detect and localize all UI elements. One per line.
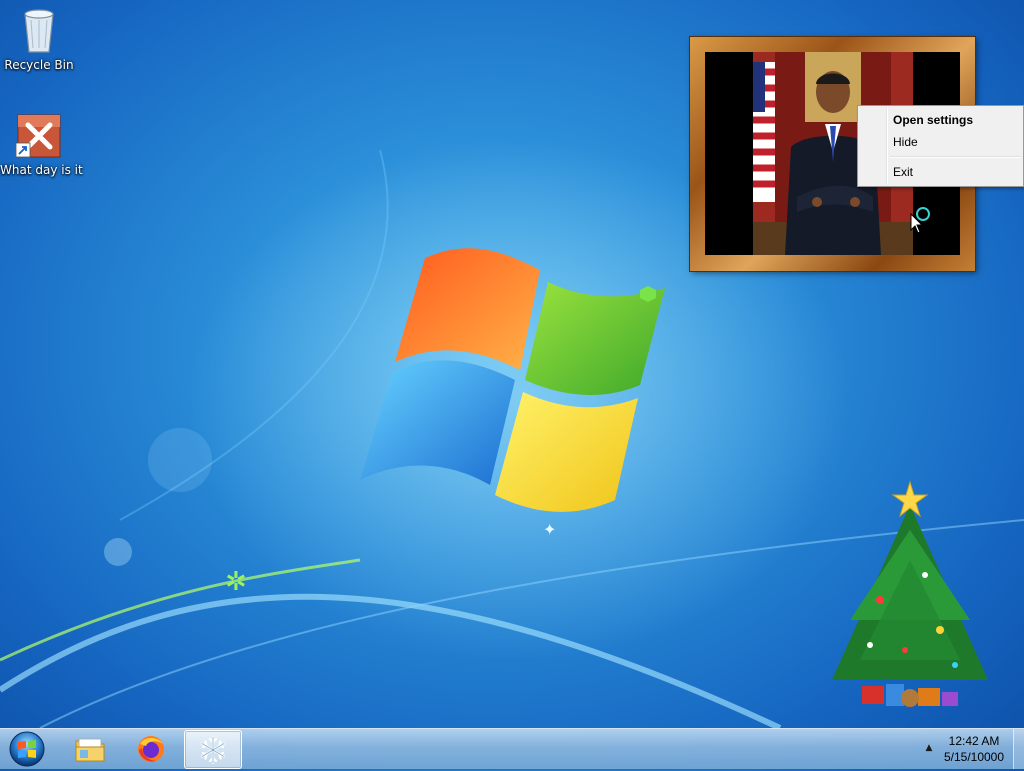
firefox-icon xyxy=(138,735,164,762)
menu-item-label: Open settings xyxy=(893,113,974,127)
context-menu: Open settings Hide Exit xyxy=(857,105,1024,187)
file-explorer-icon xyxy=(75,738,105,761)
svg-text:✦: ✦ xyxy=(543,520,556,539)
desktop-icon-label: Recycle Bin xyxy=(4,58,74,72)
recycle-bin-icon xyxy=(24,9,54,53)
taskbar: ▲ 12:42 AM 5/15/10000 xyxy=(0,728,1024,769)
taskbar-snowflake-app-button[interactable] xyxy=(184,730,242,769)
desktop-icon-what-day-is-it[interactable]: What day is it xyxy=(0,113,83,177)
menu-item-hide[interactable]: Hide xyxy=(860,131,1021,153)
show-hidden-icons-button[interactable]: ▲ xyxy=(922,741,936,755)
clock-date: 5/15/10000 xyxy=(943,750,1005,764)
desktop: ✲ ✦ Recycle Bin What day is it Open sett… xyxy=(0,0,1024,728)
snowflake-icon xyxy=(200,735,226,764)
menu-item-label: Exit xyxy=(893,165,914,179)
menu-separator xyxy=(890,156,1021,158)
chevron-up-icon: ▲ xyxy=(925,743,933,753)
menu-item-open-settings[interactable]: Open settings xyxy=(860,109,1021,131)
mouse-cursor-icon xyxy=(910,213,924,234)
taskbar-firefox-button[interactable] xyxy=(123,730,179,767)
menu-item-exit[interactable]: Exit xyxy=(860,161,1021,183)
taskbar-clock[interactable]: 12:42 AM 5/15/10000 xyxy=(938,733,1010,765)
menu-item-label: Hide xyxy=(893,135,918,149)
show-desktop-button[interactable] xyxy=(1013,729,1024,769)
desktop-icon-label: What day is it xyxy=(0,163,83,177)
desktop-icon-recycle-bin[interactable]: Recycle Bin xyxy=(0,6,78,72)
clock-time: 12:42 AM xyxy=(948,734,1000,748)
windows-start-orb-icon xyxy=(9,731,45,767)
svg-text:✲: ✲ xyxy=(225,567,247,597)
start-button[interactable] xyxy=(4,730,50,768)
christmas-tree-decoration xyxy=(832,480,988,707)
what-day-app-icon xyxy=(16,114,61,158)
taskbar-explorer-button[interactable] xyxy=(62,730,118,767)
